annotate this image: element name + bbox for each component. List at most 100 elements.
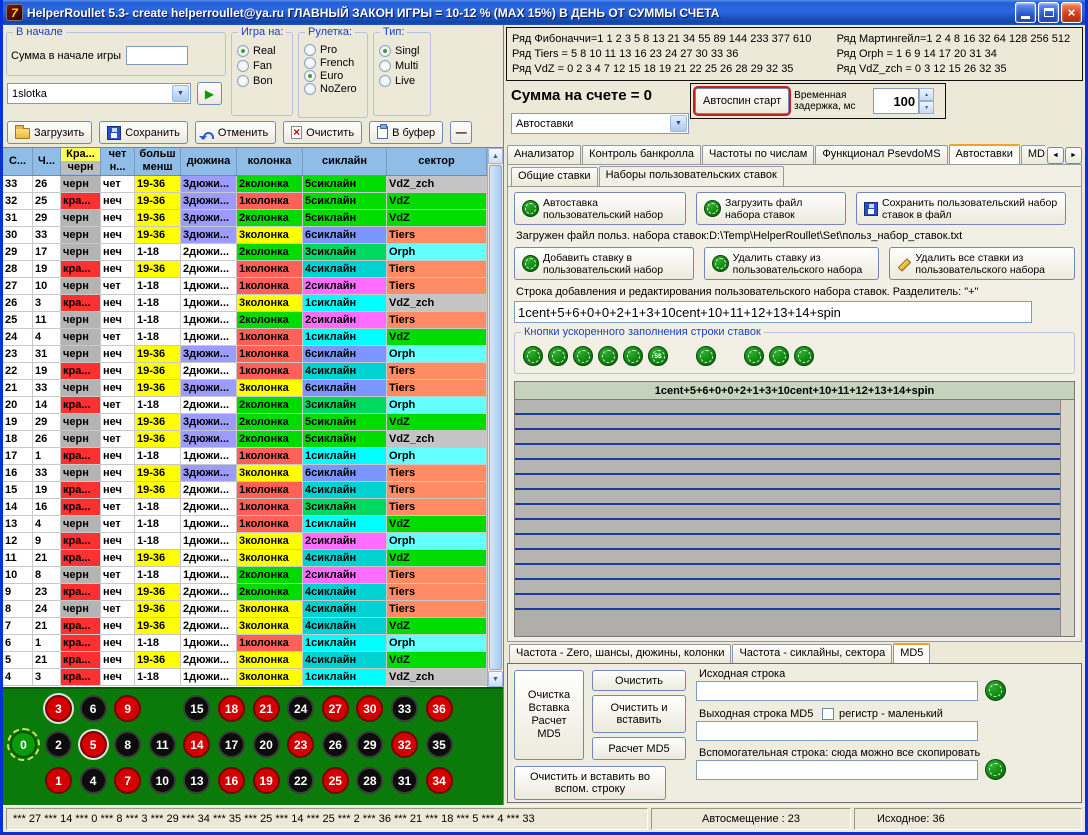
collapse-button[interactable]: —	[450, 121, 472, 144]
delete-all-bets-button[interactable]: Удалить все ставки из пользовательского …	[889, 247, 1075, 280]
radio-french[interactable]: French	[304, 57, 364, 69]
radio-singl[interactable]: Singl	[379, 45, 427, 57]
spin-up-button[interactable]: ▲	[919, 88, 934, 101]
roulette-number-0[interactable]: 0	[10, 731, 37, 758]
history-row[interactable]: 3033черннеч19-363дюжи...3колонка6сиклайн…	[3, 227, 487, 244]
restore-button[interactable]	[1038, 2, 1059, 23]
history-row[interactable]: 3326чернчет19-363дюжи...2колонка5сиклайн…	[3, 176, 487, 193]
column-header-number[interactable]: Ч...	[33, 148, 61, 175]
bets-list-row[interactable]	[515, 520, 1060, 535]
save-button[interactable]: Сохранить	[99, 121, 188, 144]
roulette-number-1[interactable]: 1	[45, 767, 72, 794]
roulette-number-20[interactable]: 20	[253, 731, 280, 758]
history-row[interactable]: 1826чернчет19-363дюжи...2колонка5сиклайн…	[3, 431, 487, 448]
bets-list-row[interactable]	[515, 550, 1060, 565]
start-sum-input[interactable]	[126, 46, 188, 65]
history-row[interactable]: 129кра...неч1-181дюжи...3колонка2сиклайн…	[3, 533, 487, 550]
bets-list-row[interactable]	[515, 430, 1060, 445]
history-row[interactable]: 61кра...неч1-181дюжи...1колонка1сиклайнO…	[3, 635, 487, 652]
bet-chip-button[interactable]: 5$	[648, 346, 668, 366]
clear-button[interactable]: Очистить	[283, 121, 362, 144]
md5-source-input[interactable]	[696, 681, 978, 701]
column-header-sixline[interactable]: сиклайн	[303, 148, 387, 175]
history-row[interactable]: 43кра...неч1-181дюжи...3колонка1сиклайнV…	[3, 669, 487, 686]
to-buffer-button[interactable]: В буфер	[369, 121, 443, 144]
roulette-number-9[interactable]: 9	[114, 695, 141, 722]
bet-chip-button[interactable]	[548, 346, 568, 366]
bet-chip-button[interactable]	[794, 346, 814, 366]
history-row[interactable]: 108чернчет1-181дюжи...2колонка2сиклайнTi…	[3, 567, 487, 584]
bets-list-row[interactable]	[515, 505, 1060, 520]
load-set-file-button[interactable]: Загрузить файл набора ставок	[696, 192, 846, 225]
history-row[interactable]: 3225кра...неч19-363дюжи...1колонка5сикла…	[3, 193, 487, 210]
history-row[interactable]: 263кра...неч1-181дюжи...3колонка1сиклайн…	[3, 295, 487, 312]
history-row[interactable]: 923кра...неч19-362дюжи...2колонка4сиклай…	[3, 584, 487, 601]
bet-chip-button[interactable]	[696, 346, 716, 366]
radio-nozero[interactable]: NoZero	[304, 83, 364, 95]
roulette-number-6[interactable]: 6	[80, 695, 107, 722]
autospin-start-button[interactable]: Автоспин старт	[695, 88, 789, 114]
column-header-color[interactable]: Кра...черн	[61, 148, 101, 175]
roulette-number-8[interactable]: 8	[114, 731, 141, 758]
bet-chip-button[interactable]	[523, 346, 543, 366]
roulette-number-25[interactable]: 25	[322, 767, 349, 794]
scroll-up-button[interactable]: ▲	[488, 148, 503, 164]
roulette-number-7[interactable]: 7	[114, 767, 141, 794]
column-header-column[interactable]: колонка	[237, 148, 303, 175]
radio-pro[interactable]: Pro	[304, 44, 364, 56]
column-header-range[interactable]: большменш	[135, 148, 181, 175]
history-row[interactable]: 134чернчет1-181дюжи...1колонка1сиклайнVd…	[3, 516, 487, 533]
history-row[interactable]: 824чернчет19-362дюжи...3колонка4сиклайнT…	[3, 601, 487, 618]
roulette-number-34[interactable]: 34	[426, 767, 453, 794]
history-row[interactable]: 2917черннеч1-182дюжи...2колонка3сиклайнO…	[3, 244, 487, 261]
freqtab-Частота - Zero, шансы, дюжины, колонки[interactable]: Частота - Zero, шансы, дюжины, колонки	[509, 644, 731, 663]
tab-Автоставки[interactable]: Автоставки	[949, 144, 1020, 164]
history-row[interactable]: 1416кра...чет1-182дюжи...1колонка3сиклай…	[3, 499, 487, 516]
radio-fan[interactable]: Fan	[237, 60, 289, 72]
spin-down-button[interactable]: ▼	[919, 101, 934, 114]
roulette-number-28[interactable]: 28	[356, 767, 383, 794]
radio-live[interactable]: Live	[379, 75, 427, 87]
roulette-number-13[interactable]: 13	[183, 767, 210, 794]
chevron-down-icon[interactable]: ▼	[172, 85, 189, 102]
tabs-scroll-left-button[interactable]: ◄	[1047, 147, 1064, 164]
roulette-number-24[interactable]: 24	[287, 695, 314, 722]
table-scrollbar[interactable]: ▲ ▼	[487, 148, 503, 687]
history-row[interactable]: 244чернчет1-181дюжи...1колонка1сиклайнVd…	[3, 329, 487, 346]
history-row[interactable]: 1929черннеч19-363дюжи...2колонка5сиклайн…	[3, 414, 487, 431]
md5-aux-chip-button[interactable]	[985, 759, 1006, 780]
roulette-number-17[interactable]: 17	[218, 731, 245, 758]
md5-clear-paste-calc-button[interactable]: Очистка Вставка Расчет MD5	[514, 670, 584, 760]
tab-Контроль банкролла[interactable]: Контроль банкролла	[582, 145, 701, 164]
subtab-Наборы пользовательских ставок[interactable]: Наборы пользовательских ставок	[599, 166, 784, 187]
md5-calc-button[interactable]: Расчет MD5	[592, 737, 686, 760]
delay-input[interactable]	[873, 88, 919, 114]
history-row[interactable]: 2819кра...неч19-362дюжи...1колонка4сикла…	[3, 261, 487, 278]
freqtab-Частота - сиклайны, сектора[interactable]: Частота - сиклайны, сектора	[732, 644, 892, 663]
history-row[interactable]: 2219кра...неч19-362дюжи...1колонка4сикла…	[3, 363, 487, 380]
roulette-number-3[interactable]: 3	[45, 695, 72, 722]
history-row[interactable]: 2014кра...чет1-182дюжи...2колонка3сиклай…	[3, 397, 487, 414]
bets-list-row[interactable]	[515, 445, 1060, 460]
history-row[interactable]: 1519кра...неч19-362дюжи...1колонка4сикла…	[3, 482, 487, 499]
bet-chip-button[interactable]	[623, 346, 643, 366]
bet-chip-button[interactable]	[769, 346, 789, 366]
roulette-number-29[interactable]: 29	[356, 731, 383, 758]
bets-list-row[interactable]	[515, 415, 1060, 430]
roulette-number-33[interactable]: 33	[391, 695, 418, 722]
roulette-number-14[interactable]: 14	[183, 731, 210, 758]
play-button[interactable]: ▶	[197, 82, 222, 105]
column-header-parity[interactable]: четн...	[101, 148, 135, 175]
roulette-number-32[interactable]: 32	[391, 731, 418, 758]
bets-list-row[interactable]	[515, 475, 1060, 490]
bets-list-row[interactable]	[515, 400, 1060, 415]
history-row[interactable]: 2133черннеч19-363дюжи...3колонка6сиклайн…	[3, 380, 487, 397]
history-row[interactable]: 171кра...неч1-181дюжи...1колонка1сиклайн…	[3, 448, 487, 465]
save-set-file-button[interactable]: Сохранить пользовательский набор ставок …	[856, 192, 1066, 225]
bets-list-row[interactable]	[515, 460, 1060, 475]
roulette-number-31[interactable]: 31	[391, 767, 418, 794]
bets-list-row[interactable]	[515, 565, 1060, 580]
scrollbar-thumb[interactable]	[489, 165, 502, 670]
column-header-spin[interactable]: С...	[3, 148, 33, 175]
radio-bon[interactable]: Bon	[237, 75, 289, 87]
